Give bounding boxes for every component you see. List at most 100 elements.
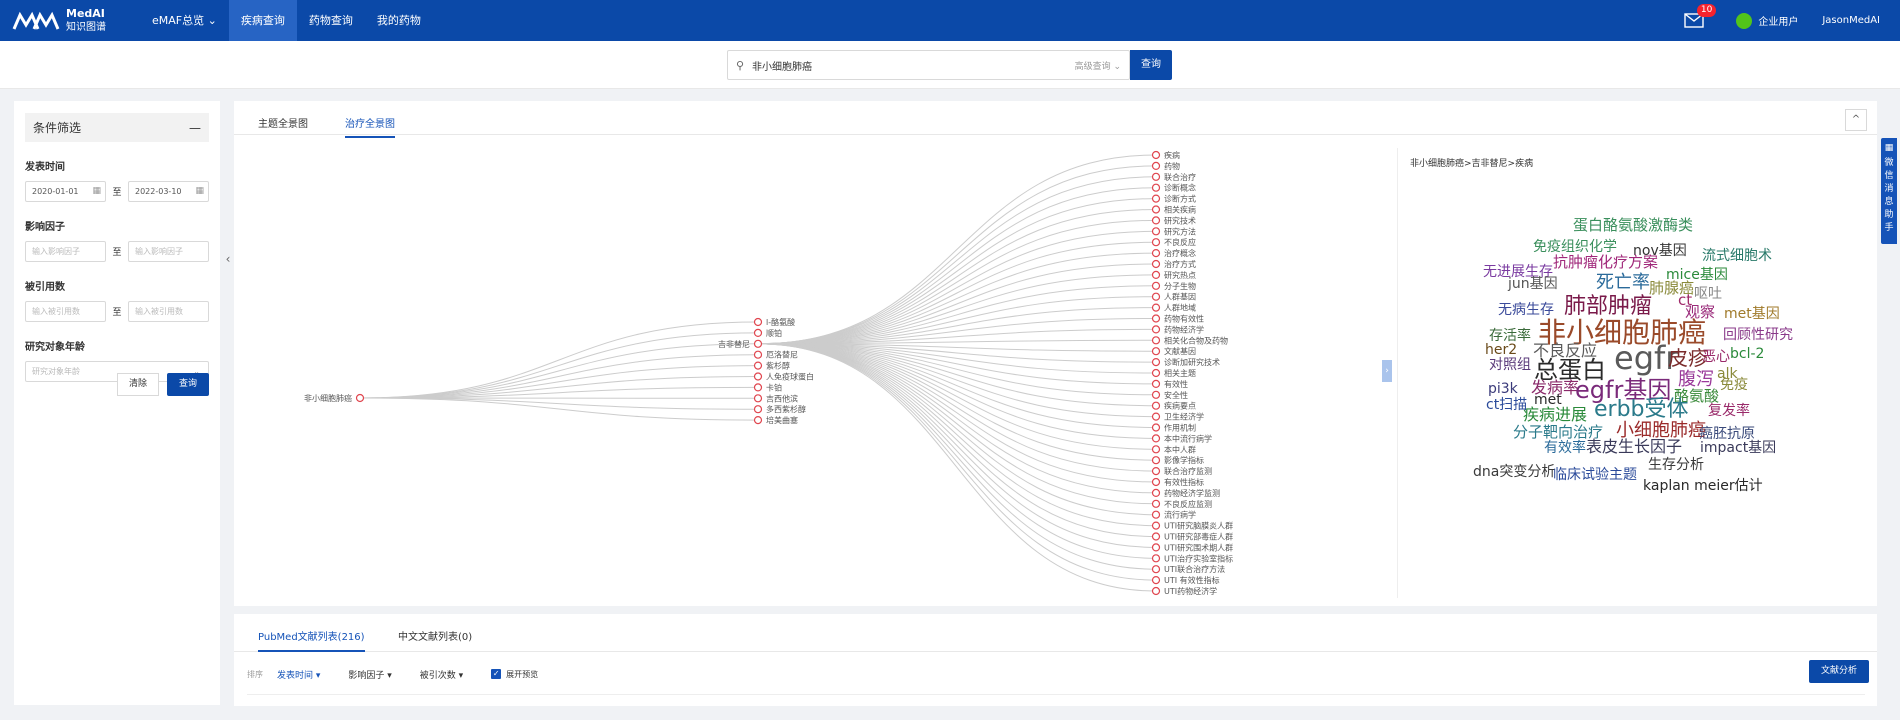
tree-node-category[interactable]: [1151, 161, 1161, 170]
tree-node-category[interactable]: [1151, 521, 1161, 530]
tree-node-category[interactable]: [1151, 216, 1161, 225]
tree-node-category[interactable]: [1151, 336, 1161, 345]
tab-pubmed[interactable]: PubMed文献列表(216): [258, 628, 365, 652]
tree-node-category[interactable]: [1151, 281, 1161, 290]
tree-node-category[interactable]: [1151, 303, 1161, 312]
cloud-word[interactable]: pi3k: [1488, 382, 1518, 396]
tree-node-category[interactable]: [1151, 586, 1161, 596]
impact-max-field[interactable]: 输入影响因子: [128, 241, 209, 262]
cloud-word[interactable]: jun基因: [1508, 277, 1558, 291]
tree-node-category[interactable]: [1151, 565, 1161, 574]
tree-node-category[interactable]: [1151, 248, 1161, 258]
tree-node-category[interactable]: [1151, 423, 1161, 432]
tree-node-category[interactable]: [1151, 368, 1161, 378]
tree-node-drug[interactable]: [753, 317, 763, 327]
tree-node-drug[interactable]: [753, 383, 763, 392]
tree-node-category[interactable]: [1151, 445, 1161, 454]
cite-max-field[interactable]: 输入被引用数: [128, 301, 209, 322]
tree-node-category[interactable]: [1151, 532, 1161, 541]
mail-button[interactable]: 10: [1684, 3, 1717, 29]
cloud-word[interactable]: 有效率: [1544, 441, 1586, 455]
search-button[interactable]: 查询: [1130, 50, 1172, 80]
tree-node-category[interactable]: [1151, 227, 1161, 236]
tree-node-drug[interactable]: [753, 372, 763, 381]
tree-node-category[interactable]: [1151, 183, 1161, 192]
tree-node-category[interactable]: [1151, 488, 1161, 497]
tree-node-category[interactable]: [1151, 347, 1161, 356]
cloud-word[interactable]: 临床试验主题: [1553, 468, 1637, 482]
cloud-word[interactable]: met基因: [1724, 307, 1780, 321]
nav-drug-query[interactable]: 药物查询: [297, 0, 365, 41]
cloud-word[interactable]: erbb受体: [1594, 399, 1689, 421]
cloud-word[interactable]: 免疫: [1720, 378, 1748, 392]
tree-node-category[interactable]: [1151, 576, 1161, 585]
nav-disease-query[interactable]: 疾病查询: [228, 0, 297, 41]
tab-chinese-literature[interactable]: 中文文献列表(0): [398, 628, 472, 650]
cloud-word[interactable]: 免疫组织化学: [1533, 240, 1617, 254]
cloud-word[interactable]: 癌胚抗原: [1699, 427, 1755, 441]
cloud-word[interactable]: 对照组: [1489, 358, 1531, 372]
tree-node-drug[interactable]: [753, 394, 763, 403]
logo[interactable]: MedAI 知识图谱: [0, 7, 140, 35]
username[interactable]: JasonMedAI: [1822, 15, 1880, 26]
tree-node-category[interactable]: [1151, 259, 1161, 269]
collapse-up-icon[interactable]: ^: [1845, 109, 1867, 131]
tree-node-category[interactable]: [1151, 401, 1161, 410]
tree-node-category[interactable]: [1151, 543, 1161, 552]
cloud-word[interactable]: 疾病进展: [1523, 407, 1587, 423]
cloud-word[interactable]: 恶心: [1702, 350, 1730, 364]
cloud-word[interactable]: 生存分析: [1648, 458, 1704, 472]
cloud-word[interactable]: ct扫描: [1486, 398, 1527, 412]
tree-node-category[interactable]: [1151, 379, 1161, 388]
tree-node-category[interactable]: [1151, 314, 1161, 323]
tree-node-category[interactable]: [1151, 150, 1161, 160]
sort-citations[interactable]: 被引次数 ▾: [420, 668, 463, 681]
cloud-word[interactable]: bcl-2: [1730, 347, 1764, 361]
tree-node-drug[interactable]: [753, 339, 763, 348]
filter-query-button[interactable]: 查询: [167, 373, 209, 396]
tree-node-category[interactable]: [1151, 270, 1161, 279]
tree-node-drug[interactable]: [753, 405, 763, 414]
tree-node-category[interactable]: [1151, 412, 1161, 421]
cloud-word[interactable]: her2: [1485, 343, 1517, 357]
search-input[interactable]: ⚲ 非小细胞肺癌 高级查询 ⌄: [727, 50, 1130, 80]
tree-node-category[interactable]: [1151, 467, 1161, 476]
expand-right-icon[interactable]: ›: [1382, 360, 1392, 382]
cloud-word[interactable]: dna突变分析: [1473, 465, 1555, 479]
tree-node-drug[interactable]: [753, 416, 763, 425]
tree-node-category[interactable]: [1151, 172, 1161, 181]
filter-collapse-button[interactable]: —: [189, 121, 201, 135]
tree-node-category[interactable]: [1151, 390, 1161, 399]
literature-analysis-button[interactable]: 文献分析: [1809, 660, 1869, 683]
tree-node-category[interactable]: [1151, 499, 1161, 508]
collapse-sidebar-icon[interactable]: ‹: [222, 252, 234, 272]
tree-node-drug[interactable]: [753, 328, 763, 337]
cite-min-field[interactable]: 输入被引用数: [25, 301, 106, 322]
tree-node-root[interactable]: [355, 393, 365, 403]
tree-node-category[interactable]: [1151, 456, 1161, 465]
sort-pub-time[interactable]: 发表时间 ▾: [277, 668, 320, 681]
cloud-word[interactable]: 复发率: [1708, 404, 1750, 418]
cloud-word[interactable]: 无病生存: [1498, 303, 1554, 317]
cloud-word[interactable]: 表皮生长因子: [1586, 439, 1682, 455]
cloud-word[interactable]: 死亡率: [1596, 274, 1650, 292]
tree-node-category[interactable]: [1151, 292, 1161, 301]
tab-topic-overview[interactable]: 主题全景图: [258, 115, 308, 136]
cloud-word[interactable]: 肺部肿瘤: [1564, 296, 1652, 318]
nav-emaf-overview[interactable]: eMAF总览 ⌄: [140, 0, 229, 41]
tree-node-category[interactable]: [1151, 434, 1161, 443]
tree-node-category[interactable]: [1151, 554, 1161, 563]
advanced-search-dropdown[interactable]: 高级查询 ⌄: [1075, 59, 1129, 72]
cloud-word[interactable]: 蛋白酪氨酸激酶类: [1573, 218, 1693, 233]
tree-node-category[interactable]: [1151, 205, 1161, 214]
enterprise-user[interactable]: 企业用户: [1736, 12, 1798, 29]
date-to-field[interactable]: 2022-03-10 ▦: [128, 181, 209, 202]
cloud-word[interactable]: 回顾性研究: [1723, 328, 1793, 342]
tree-node-category[interactable]: [1151, 194, 1161, 203]
tree-node-category[interactable]: [1151, 358, 1161, 367]
tree-node-category[interactable]: [1151, 238, 1161, 247]
cloud-word[interactable]: kaplan meier估计: [1643, 479, 1763, 493]
tree-node-category[interactable]: [1151, 510, 1161, 519]
nav-my-drugs[interactable]: 我的药物: [365, 0, 433, 41]
wechat-assistant-tab[interactable]: ▦ 微信消息助手: [1881, 138, 1897, 244]
